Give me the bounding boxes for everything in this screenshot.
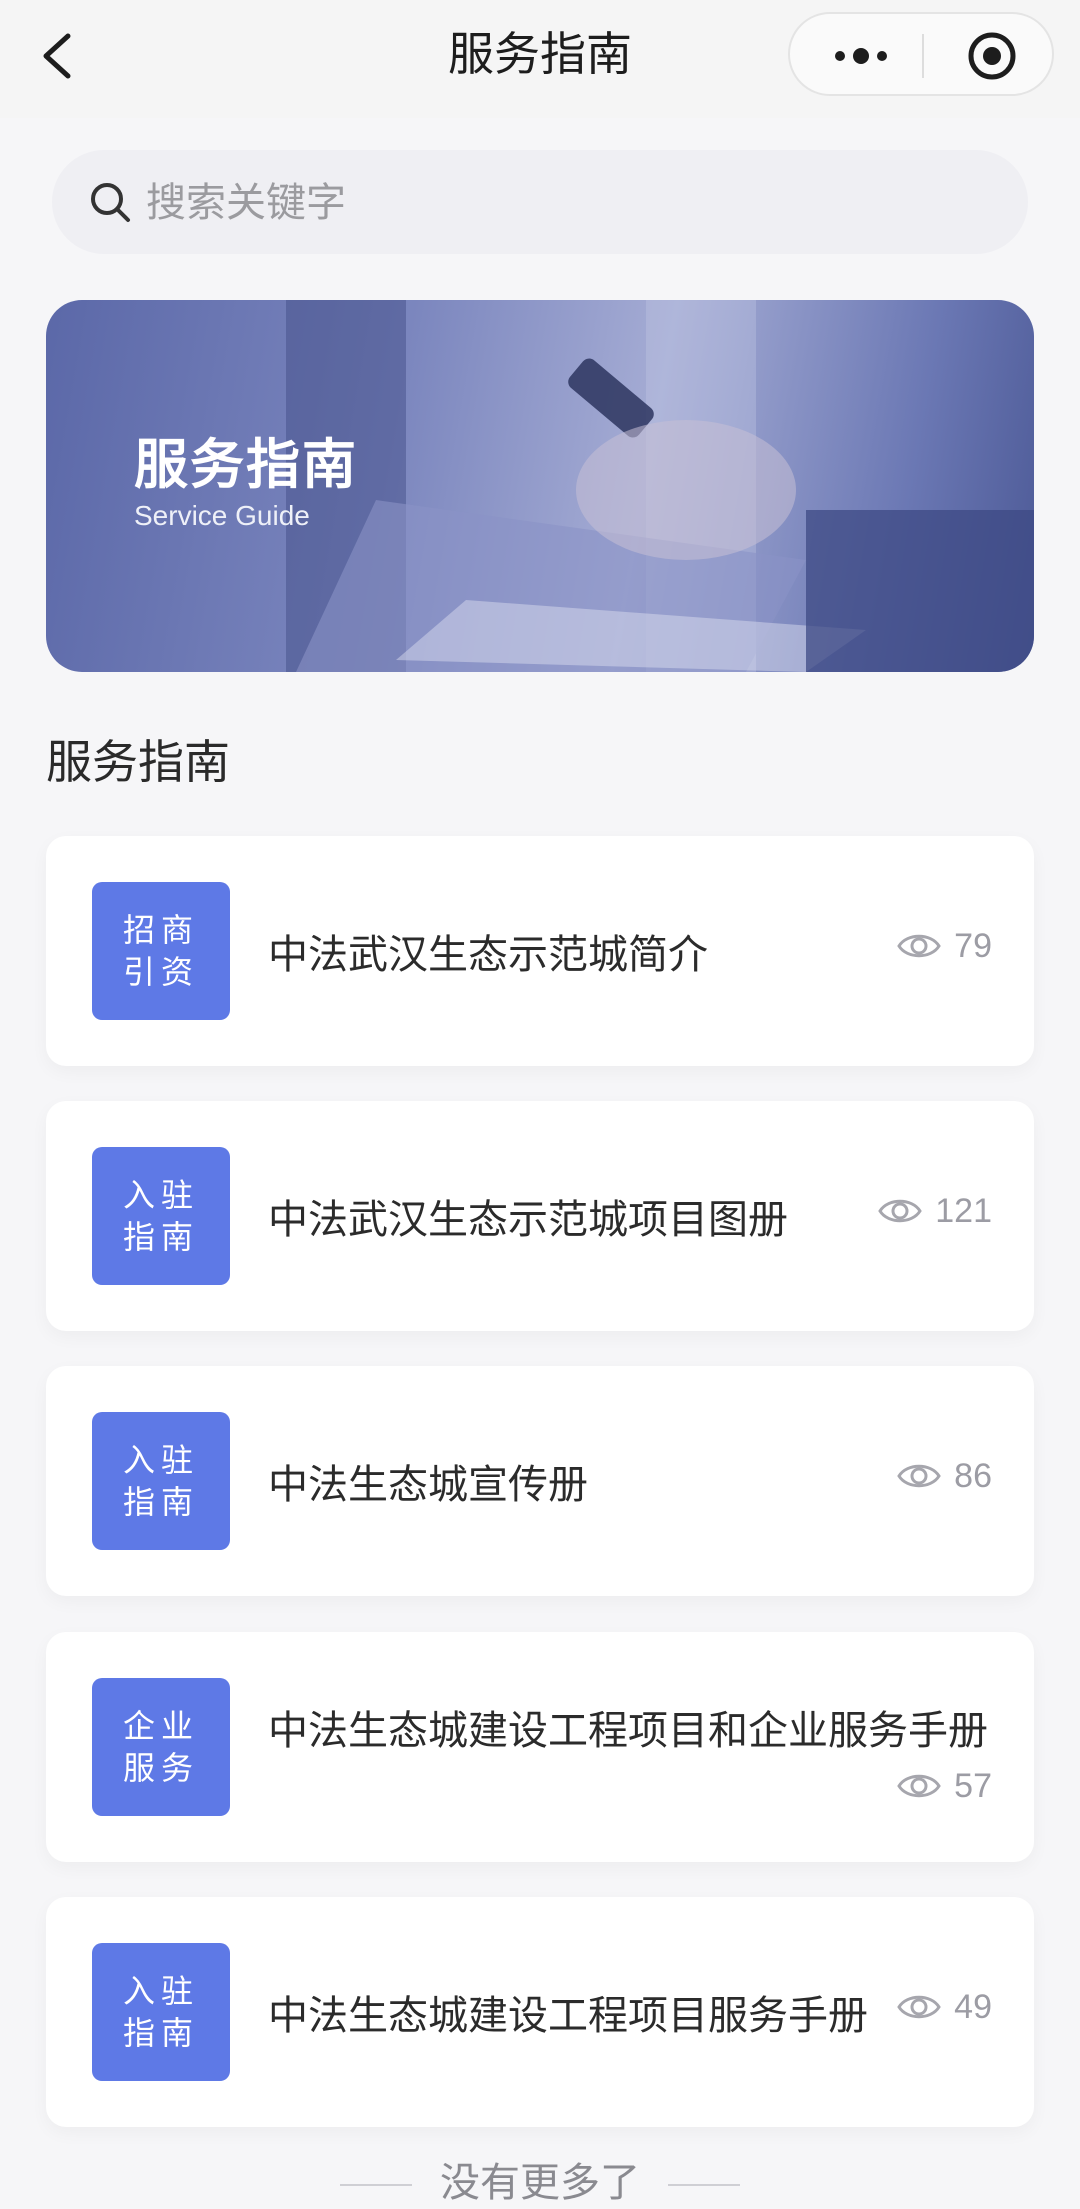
guide-item-card[interactable]: 入驻 指南 中法武汉生态示范城项目图册 121 <box>46 1101 1034 1331</box>
category-tag: 入驻 指南 <box>92 1147 230 1285</box>
item-title: 中法武汉生态示范城简介 <box>268 932 708 978</box>
close-mini-program-icon[interactable] <box>966 30 1018 82</box>
category-tag: 入驻 指南 <box>92 1412 230 1550</box>
eye-icon <box>897 1995 941 2019</box>
category-tag: 入驻 指南 <box>92 1943 230 2081</box>
search-bar[interactable] <box>52 150 1028 254</box>
tag-line-1: 入驻 <box>122 1972 199 2010</box>
guide-item-card[interactable]: 入驻 指南 中法生态城建设工程项目服务手册 49 <box>46 1897 1034 2127</box>
more-options-icon[interactable] <box>826 32 896 80</box>
tag-line-1: 入驻 <box>122 1176 199 1214</box>
tag-line-2: 指南 <box>122 2014 199 2052</box>
guide-item-card[interactable]: 招商 引资 中法武汉生态示范城简介 79 <box>46 836 1034 1066</box>
section-title: 服务指南 <box>46 735 230 789</box>
view-count-value: 49 <box>954 1987 992 2026</box>
mini-program-capsule <box>788 12 1054 96</box>
guide-item-card[interactable]: 企业 服务 中法生态城建设工程项目和企业服务手册 57 <box>46 1632 1034 1862</box>
tag-line-2: 指南 <box>122 1218 199 1256</box>
category-tag: 招商 引资 <box>92 882 230 1020</box>
view-count-value: 86 <box>954 1456 992 1495</box>
banner-title: 服务指南 <box>134 433 358 496</box>
tag-line-2: 指南 <box>122 1483 199 1521</box>
eye-icon <box>897 1774 941 1798</box>
view-count-value: 121 <box>935 1191 992 1230</box>
divider-line-left <box>340 2184 412 2186</box>
capsule-divider <box>922 34 924 78</box>
top-nav-bar: 服务指南 <box>0 0 1080 118</box>
view-count-value: 57 <box>954 1766 992 1805</box>
view-count-value: 79 <box>954 926 992 965</box>
search-input[interactable] <box>144 168 988 238</box>
tag-line-1: 企业 <box>122 1707 199 1745</box>
item-title: 中法生态城建设工程项目和企业服务手册 <box>268 1708 988 1754</box>
item-title: 中法武汉生态示范城项目图册 <box>268 1197 788 1243</box>
view-count: 86 <box>896 1452 992 1500</box>
tag-line-2: 服务 <box>122 1749 199 1787</box>
item-title: 中法生态城宣传册 <box>268 1462 588 1508</box>
search-icon <box>91 183 130 222</box>
list-end-indicator: 没有更多了 <box>0 2150 1080 2208</box>
view-count: 57 <box>896 1762 992 1810</box>
guide-item-card[interactable]: 入驻 指南 中法生态城宣传册 86 <box>46 1366 1034 1596</box>
tag-line-1: 招商 <box>122 911 199 949</box>
view-count: 49 <box>896 1983 992 2031</box>
view-count: 79 <box>896 922 992 970</box>
no-more-text: 没有更多了 <box>440 2160 640 2206</box>
eye-icon <box>897 1464 941 1488</box>
eye-icon <box>897 934 941 958</box>
tag-line-1: 入驻 <box>122 1441 199 1479</box>
category-tag: 企业 服务 <box>92 1678 230 1816</box>
item-title: 中法生态城建设工程项目服务手册 <box>268 1993 868 2039</box>
divider-line-right <box>668 2184 740 2186</box>
view-count: 121 <box>877 1187 992 1235</box>
eye-icon <box>878 1199 923 1223</box>
banner-image[interactable]: 服务指南 Service Guide <box>46 300 1034 672</box>
banner-subtitle: Service Guide <box>134 500 310 531</box>
tag-line-2: 引资 <box>122 953 199 991</box>
